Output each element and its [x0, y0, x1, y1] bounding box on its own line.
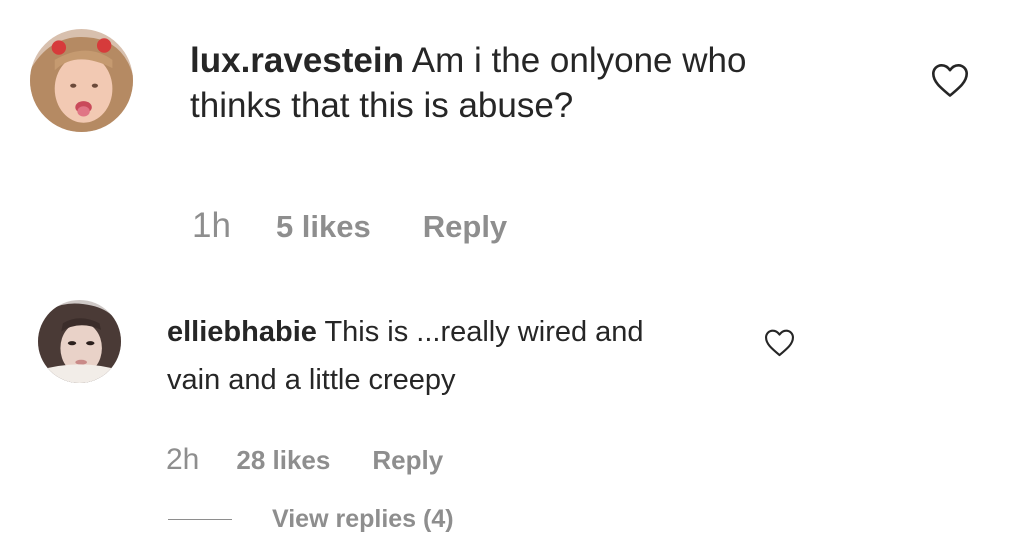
heart-outline-icon: [932, 63, 968, 97]
profile-photo-icon: [38, 300, 121, 383]
heart-outline-icon: [765, 329, 794, 357]
likes-count[interactable]: 28 likes: [236, 445, 330, 476]
avatar[interactable]: [38, 300, 121, 383]
comment-text: elliebhabie This is ...really wired and …: [167, 309, 697, 405]
reply-button[interactable]: Reply: [372, 445, 443, 476]
comment-time[interactable]: 1h: [192, 206, 231, 246]
comment-time[interactable]: 2h: [166, 443, 199, 477]
avatar[interactable]: [30, 29, 133, 132]
replies-divider-line: [168, 519, 232, 520]
view-replies-label[interactable]: View replies (4): [272, 505, 454, 534]
view-replies-button[interactable]: View replies (4): [168, 505, 454, 534]
like-button[interactable]: [930, 62, 970, 98]
profile-photo-icon: [30, 29, 133, 132]
like-button[interactable]: [763, 328, 796, 357]
comment-meta: 1h 5 likes Reply: [192, 206, 507, 246]
comment-username[interactable]: elliebhabie: [167, 316, 317, 348]
comment-text: lux.ravestein Am i the onlyone who think…: [190, 39, 830, 129]
likes-count[interactable]: 5 likes: [276, 209, 371, 245]
comment-meta: 2h 28 likes Reply: [166, 443, 443, 477]
comment-username[interactable]: lux.ravestein: [190, 41, 404, 80]
reply-button[interactable]: Reply: [423, 209, 507, 245]
